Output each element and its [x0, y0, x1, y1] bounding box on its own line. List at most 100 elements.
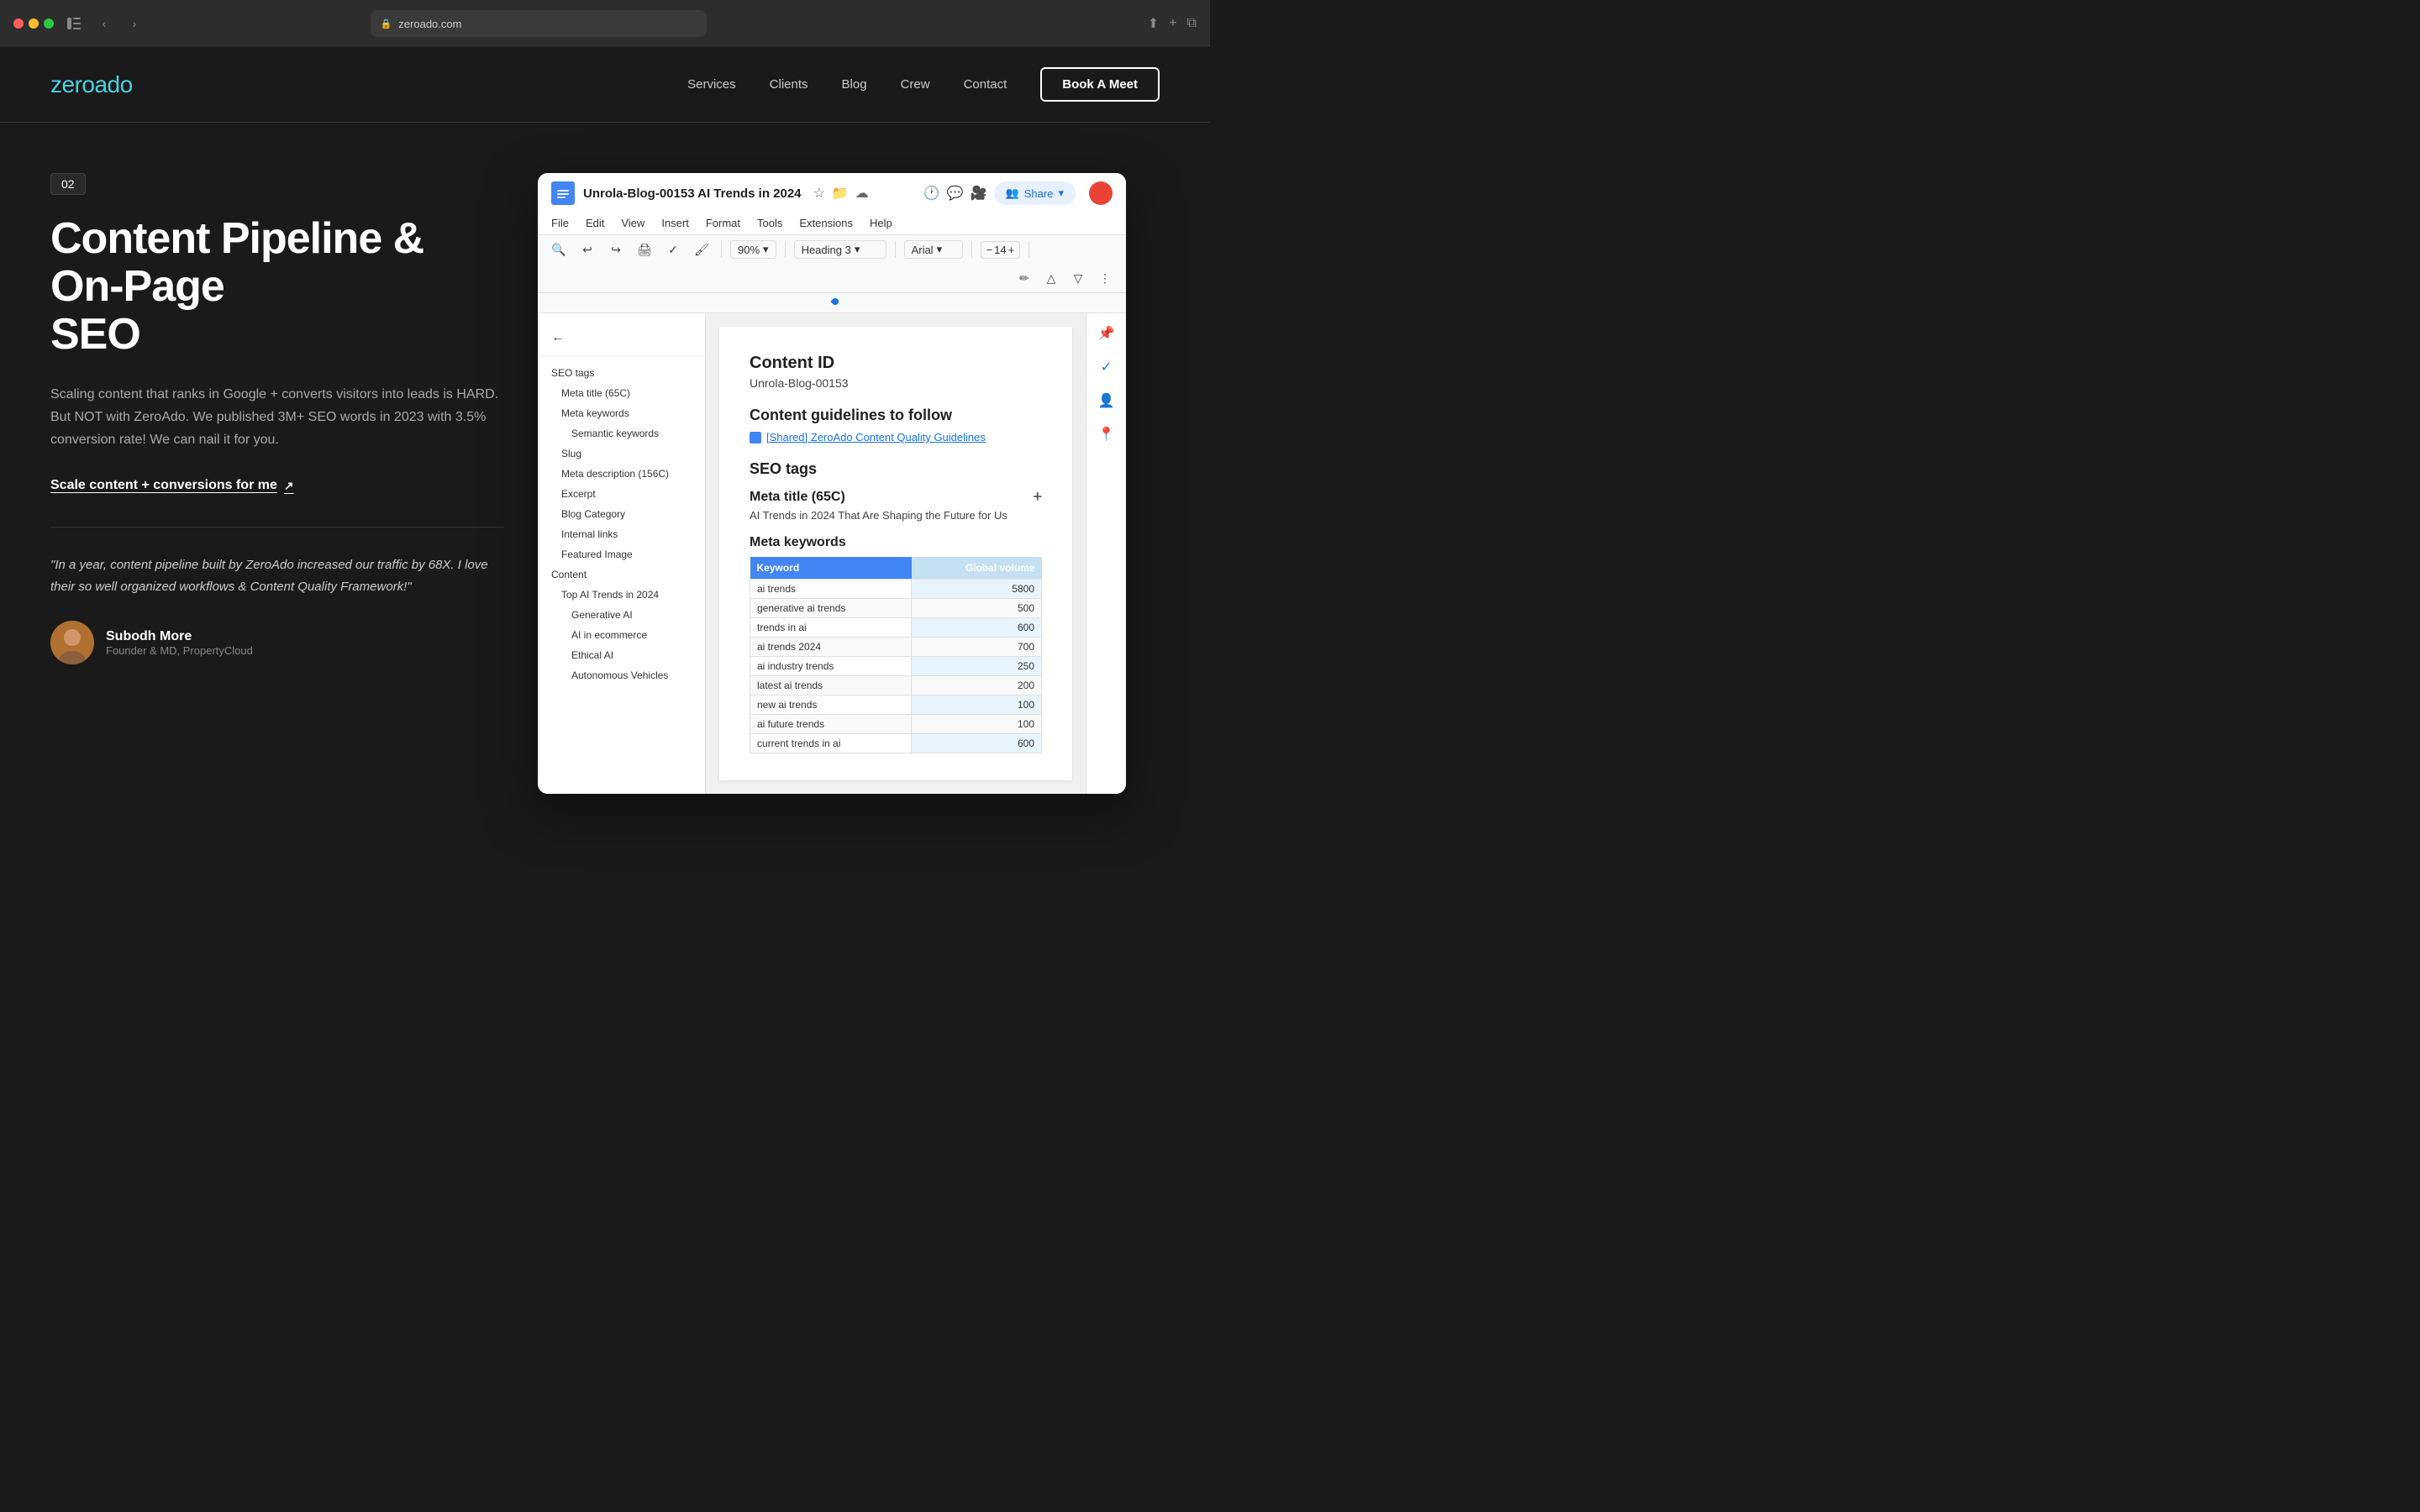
font-selector[interactable]: Arial ▾ [904, 240, 963, 259]
outline-excerpt[interactable]: Excerpt [538, 484, 705, 504]
font-size-decrease[interactable]: − [986, 244, 993, 256]
menu-file[interactable]: File [551, 213, 569, 233]
menu-format[interactable]: Format [706, 213, 740, 233]
table-row: trends in ai600 [750, 618, 1042, 638]
collapse-button[interactable]: △ [1040, 267, 1062, 289]
comment-icon[interactable]: 💬 [947, 185, 964, 202]
print-button[interactable]: 🖨 [634, 239, 655, 260]
undo-button[interactable]: ↩ [576, 239, 598, 260]
new-tab-icon[interactable]: + [1169, 16, 1176, 31]
map-pin-icon[interactable]: 📍 [1097, 424, 1117, 444]
history-icon[interactable]: 🕐 [923, 185, 940, 202]
share-icon[interactable]: ⬆ [1148, 15, 1159, 32]
testimonial-text: "In a year, content pipeline built by Ze… [50, 554, 504, 597]
star-icon[interactable]: ☆ [813, 185, 825, 202]
menu-edit[interactable]: Edit [586, 213, 604, 233]
outline-blog-category[interactable]: Blog Category [538, 504, 705, 524]
spellcheck-button[interactable]: ✓ [662, 239, 684, 260]
meta-title-value: AI Trends in 2024 That Are Shaping the F… [750, 509, 1042, 522]
share-people-icon: 👥 [1006, 186, 1019, 200]
keyword-cell: ai industry trends [750, 657, 912, 676]
cta-link[interactable]: Scale content + conversions for me ↗ [50, 478, 294, 493]
logo-zero: zero [50, 71, 94, 97]
keyword-cell: current trends in ai [750, 734, 912, 753]
outline-top-ai-trends[interactable]: Top AI Trends in 2024 [538, 585, 705, 605]
outline-autonomous-vehicles[interactable]: Autonomous Vehicles [538, 665, 705, 685]
style-selector[interactable]: Heading 3 ▾ [794, 240, 886, 259]
check-circle-icon[interactable]: ✓ [1097, 357, 1117, 377]
gdoc-toolbar: 🔍 ↩ ↪ 🖨 ✓ 🖌 90% ▾ Heading 3 ▾ [538, 235, 1126, 293]
nav-clients[interactable]: Clients [770, 77, 808, 92]
menu-extensions[interactable]: Extensions [799, 213, 853, 233]
outline-ethical-ai[interactable]: Ethical AI [538, 645, 705, 665]
book-meet-button[interactable]: Book A Meet [1040, 67, 1160, 102]
forward-button[interactable]: › [124, 13, 145, 34]
more-options-button[interactable]: ⋮ [1094, 267, 1116, 289]
sidebar-back-button[interactable]: ← [538, 327, 705, 356]
logo[interactable]: zeroado [50, 71, 133, 98]
gdoc-title-icons: ☆ 📁 ☁ [813, 185, 869, 202]
toolbar-divider-5 [1028, 241, 1029, 258]
ruler-inner [597, 293, 1067, 312]
font-size-control[interactable]: − 14 + [981, 241, 1021, 259]
sidebar-toggle-icon[interactable] [64, 13, 84, 34]
guidelines-section: Content guidelines to follow [Shared] Ze… [750, 407, 1042, 444]
gdoc-page: Content ID Unrola-Blog-00153 Content gui… [706, 313, 1086, 794]
maximize-dot[interactable] [44, 18, 54, 29]
nav-crew[interactable]: Crew [901, 77, 930, 92]
keywords-table: Keyword Global volume ai trends5800gener… [750, 557, 1042, 753]
meet-icon[interactable]: 🎥 [971, 185, 987, 202]
section-description: Scaling content that ranks in Google + c… [50, 383, 504, 452]
pin-icon[interactable]: 📌 [1097, 323, 1117, 344]
outline-meta-title[interactable]: Meta title (65C) [538, 383, 705, 403]
menu-insert[interactable]: Insert [661, 213, 689, 233]
close-dot[interactable] [13, 18, 24, 29]
outline-internal-links[interactable]: Internal links [538, 524, 705, 544]
nav-services[interactable]: Services [687, 77, 736, 92]
redo-button[interactable]: ↪ [605, 239, 627, 260]
outline-semantic-keywords[interactable]: Semantic keywords [538, 423, 705, 444]
table-row: current trends in ai600 [750, 734, 1042, 753]
search-tool-button[interactable]: 🔍 [548, 239, 570, 260]
guidelines-link[interactable]: [Shared] ZeroAdo Content Quality Guideli… [750, 431, 1042, 444]
edit-pencil-button[interactable]: ✏ [1013, 267, 1035, 289]
lock-icon: 🔒 [381, 18, 392, 29]
guidelines-doc-icon [750, 432, 761, 444]
expand-button[interactable]: ▽ [1067, 267, 1089, 289]
logo-ado: ado [94, 71, 132, 97]
menu-help[interactable]: Help [870, 213, 892, 233]
outline-ai-ecommerce[interactable]: AI in ecommerce [538, 625, 705, 645]
zoom-selector[interactable]: 90% ▾ [730, 240, 776, 259]
outline-slug[interactable]: Slug [538, 444, 705, 464]
outline-seo-tags[interactable]: SEO tags [538, 363, 705, 383]
font-chevron: ▾ [937, 243, 943, 256]
cloud-icon[interactable]: ☁ [855, 185, 869, 202]
gdoc-icon [551, 181, 575, 205]
minimize-dot[interactable] [29, 18, 39, 29]
url-text: zeroado.com [398, 18, 461, 30]
left-panel: 02 Content Pipeline & On-Page SEO Scalin… [50, 173, 538, 664]
nav-contact[interactable]: Contact [964, 77, 1007, 92]
gdoc-outline-sidebar: ← SEO tags Meta title (65C) Meta keyword… [538, 313, 706, 794]
author-name: Subodh More [106, 629, 253, 644]
keyword-cell: generative ai trends [750, 599, 912, 618]
outline-content[interactable]: Content [538, 564, 705, 585]
nav-blog[interactable]: Blog [842, 77, 867, 92]
outline-meta-keywords[interactable]: Meta keywords [538, 403, 705, 423]
font-size-increase[interactable]: + [1008, 244, 1015, 256]
menu-tools[interactable]: Tools [757, 213, 782, 233]
paint-format-button[interactable]: 🖌 [691, 239, 713, 260]
kw-header-keyword: Keyword [750, 557, 912, 580]
outline-meta-description[interactable]: Meta description (156C) [538, 464, 705, 484]
gdoc-share-button[interactable]: 👥 Share ▾ [994, 181, 1076, 205]
back-button[interactable]: ‹ [94, 13, 114, 34]
windows-icon[interactable]: ⧉ [1187, 16, 1197, 31]
address-bar[interactable]: 🔒 zeroado.com [371, 10, 707, 37]
outline-generative-ai[interactable]: Generative AI [538, 605, 705, 625]
meta-title-add-button[interactable]: + [1033, 488, 1042, 506]
outline-featured-image[interactable]: Featured Image [538, 544, 705, 564]
folder-icon[interactable]: 📁 [832, 185, 849, 202]
volume-cell: 100 [912, 715, 1042, 734]
person-icon[interactable]: 👤 [1097, 391, 1117, 411]
menu-view[interactable]: View [621, 213, 644, 233]
